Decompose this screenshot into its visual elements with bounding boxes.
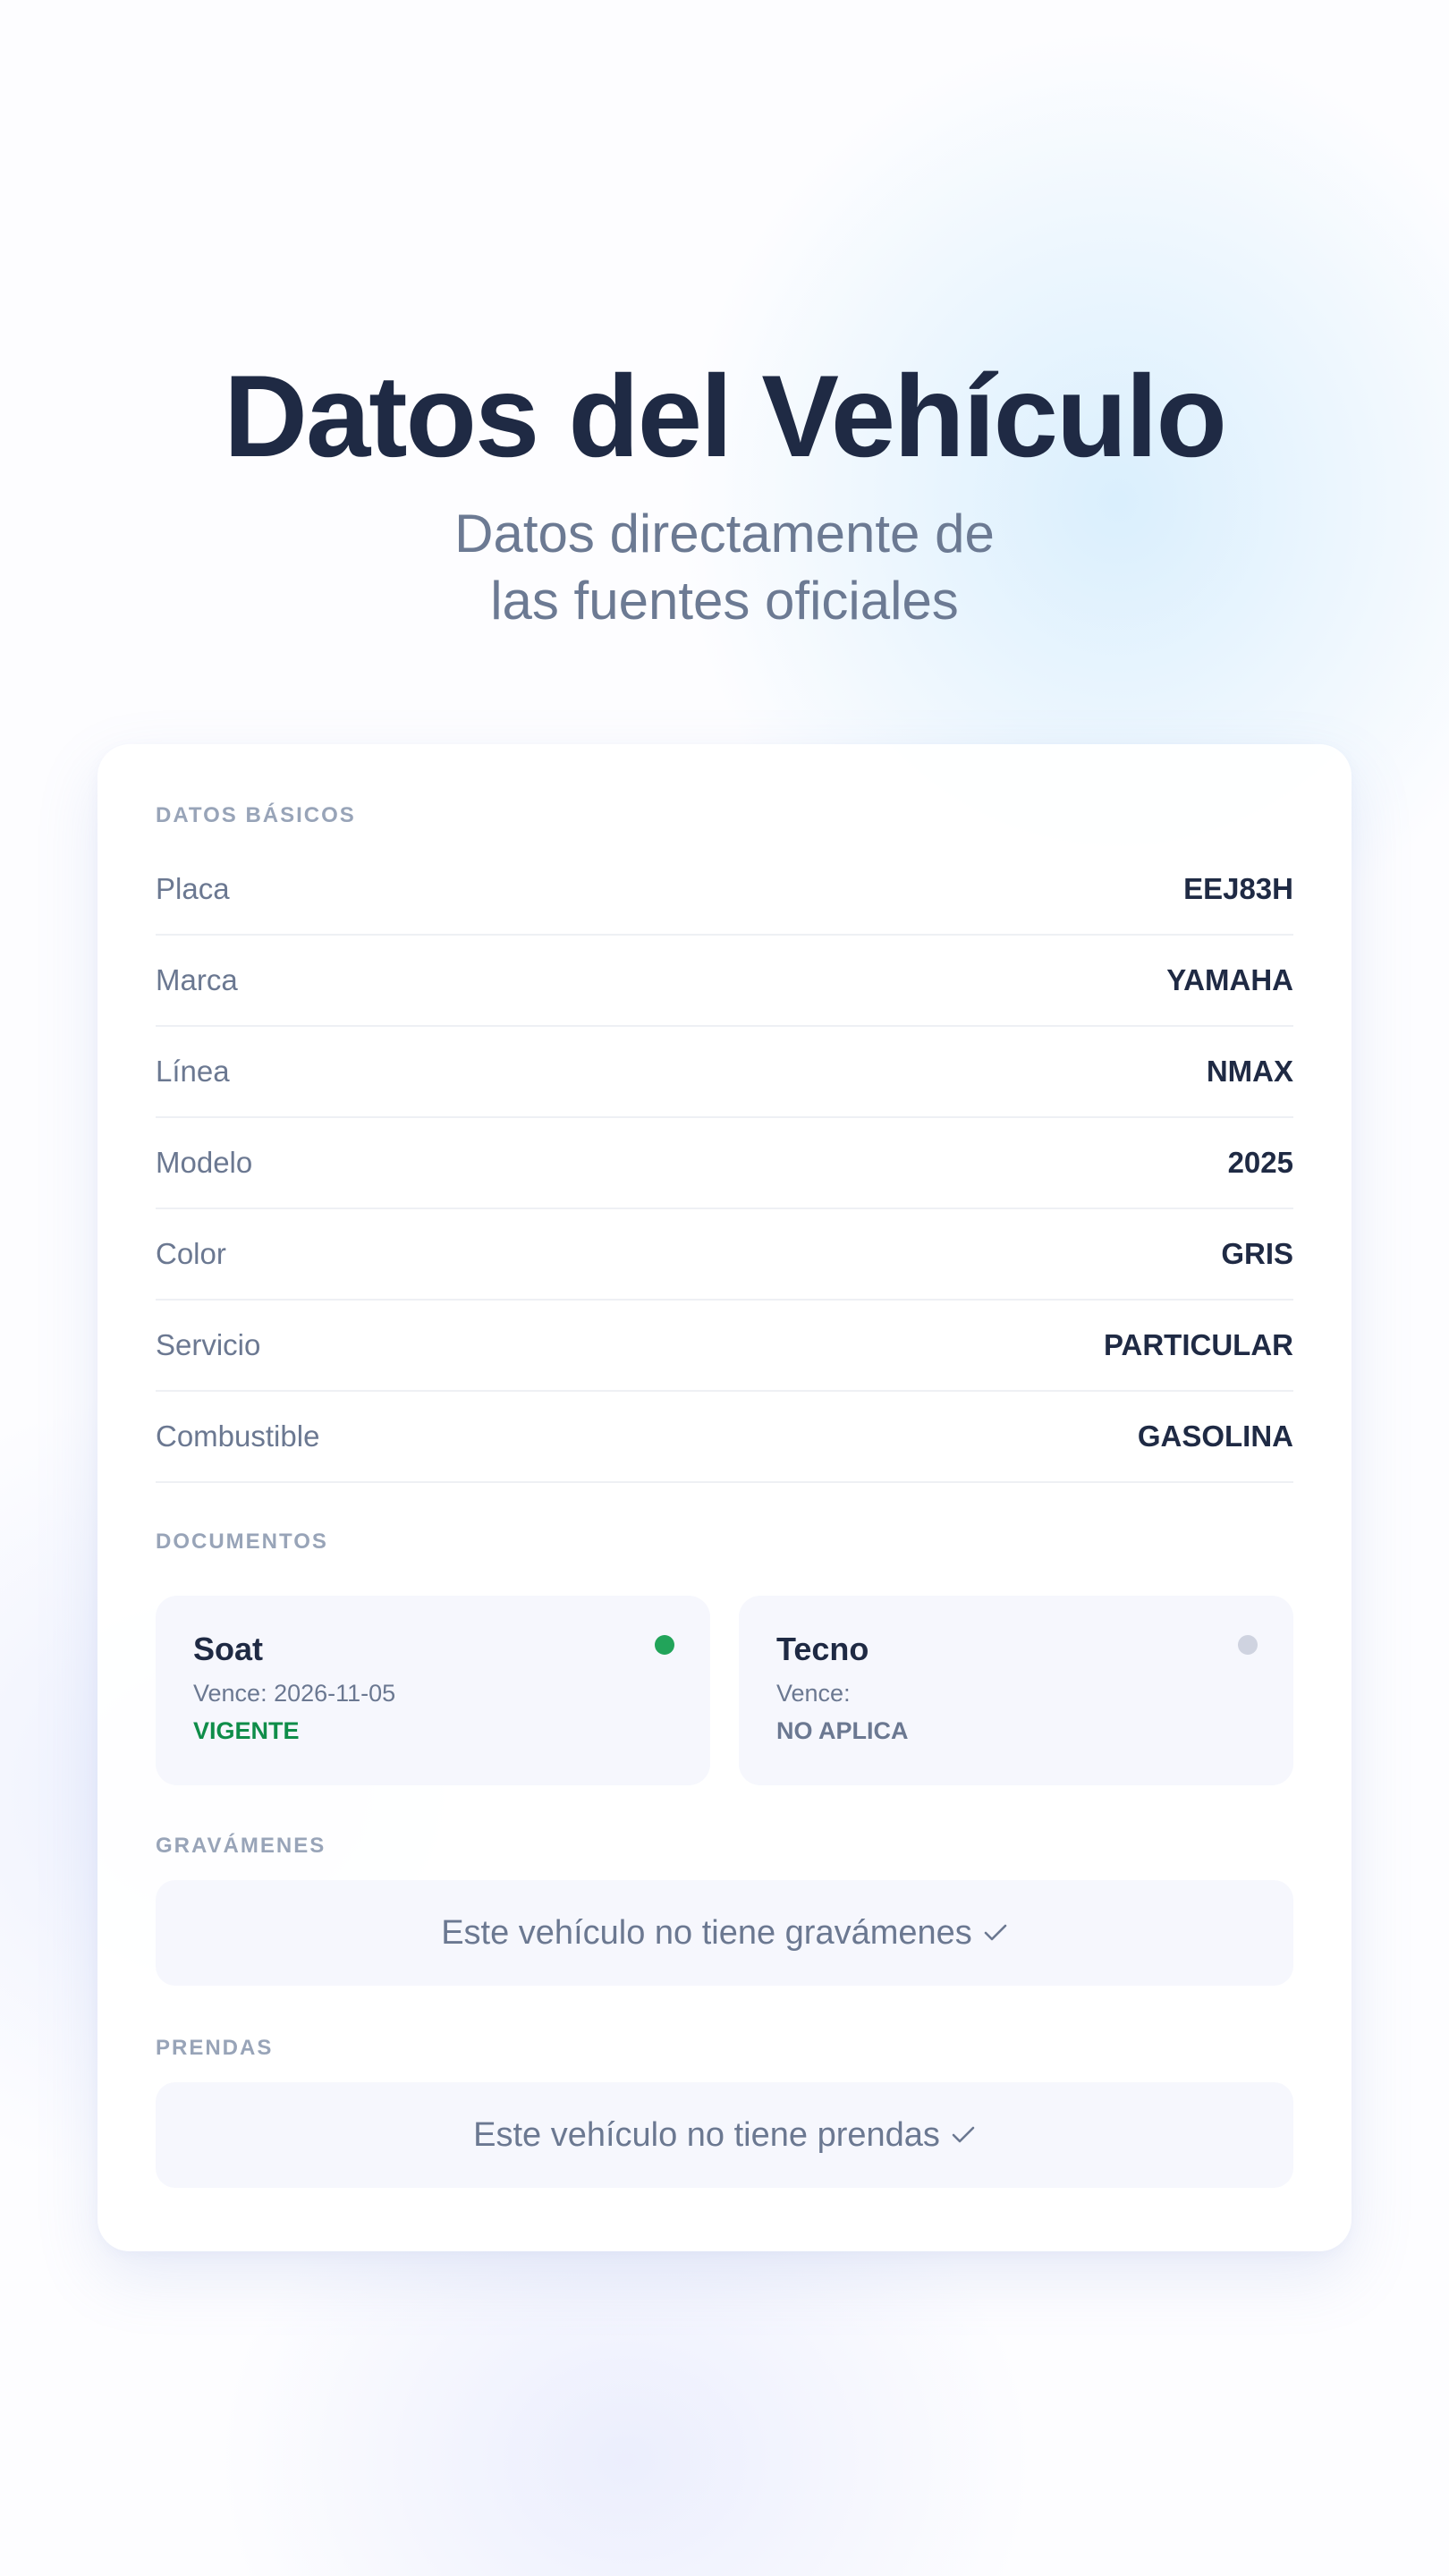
row-value: GRIS: [1221, 1237, 1293, 1270]
section-label-prendas: PRENDAS: [156, 2036, 274, 2060]
documents-grid: Soat Vence: 2026-11-05 VIGENTE Tecno Ven…: [156, 1596, 1293, 1785]
document-expiry: Vence:: [776, 1680, 851, 1707]
section-label-gravamenes: GRAVÁMENES: [156, 1834, 326, 1858]
document-status-badge: NO APLICA: [776, 1717, 909, 1744]
hero-header: Datos del Vehículo Datos directamente de…: [0, 353, 1449, 634]
document-card-tecno: Tecno Vence: NO APLICA: [739, 1596, 1293, 1785]
basic-data-list: Placa EEJ83H Marca YAMAHA Línea NMAX Mod…: [156, 844, 1293, 1483]
row-label: Modelo: [156, 1146, 253, 1179]
document-card-soat: Soat Vence: 2026-11-05 VIGENTE: [156, 1596, 710, 1785]
row-label: Color: [156, 1237, 226, 1270]
page-subtitle: Datos directamente de las fuentes oficia…: [0, 500, 1449, 634]
section-label-basic: DATOS BÁSICOS: [156, 803, 356, 827]
page-subtitle-line-2: las fuentes oficiales: [490, 571, 959, 631]
row-value: EEJ83H: [1183, 872, 1293, 905]
data-row-modelo: Modelo 2025: [156, 1118, 1293, 1209]
document-name: Soat: [193, 1631, 264, 1667]
row-value: GASOLINA: [1137, 1419, 1293, 1453]
check-icon: [952, 2126, 975, 2143]
row-label: Marca: [156, 963, 238, 996]
document-name: Tecno: [776, 1631, 869, 1667]
status-dot-icon: [655, 1635, 674, 1655]
page-title: Datos del Vehículo: [224, 351, 1227, 481]
prendas-message: Este vehículo no tiene prendas: [473, 2115, 940, 2154]
data-row-marca: Marca YAMAHA: [156, 936, 1293, 1027]
prendas-message-box: Este vehículo no tiene prendas: [156, 2082, 1293, 2188]
row-label: Combustible: [156, 1419, 320, 1453]
row-label: Servicio: [156, 1328, 261, 1361]
row-value: YAMAHA: [1166, 963, 1293, 996]
data-row-servicio: Servicio PARTICULAR: [156, 1301, 1293, 1392]
data-row-color: Color GRIS: [156, 1209, 1293, 1301]
data-row-placa: Placa EEJ83H: [156, 844, 1293, 936]
section-label-documents: DOCUMENTOS: [156, 1530, 328, 1554]
status-dot-icon: [1238, 1635, 1258, 1655]
data-row-linea: Línea NMAX: [156, 1027, 1293, 1118]
row-label: Línea: [156, 1055, 230, 1088]
row-label: Placa: [156, 872, 230, 905]
page-subtitle-line-1: Datos directamente de: [454, 504, 995, 564]
gravamenes-message-box: Este vehículo no tiene gravámenes: [156, 1880, 1293, 1986]
check-icon: [984, 1924, 1007, 1941]
data-row-combustible: Combustible GASOLINA: [156, 1392, 1293, 1483]
row-value: NMAX: [1206, 1055, 1293, 1088]
document-expiry: Vence: 2026-11-05: [193, 1680, 396, 1707]
document-status-badge: VIGENTE: [193, 1717, 300, 1744]
gravamenes-message: Este vehículo no tiene gravámenes: [441, 1913, 972, 1952]
row-value: PARTICULAR: [1103, 1328, 1293, 1361]
vehicle-data-card: DATOS BÁSICOS Placa EEJ83H Marca YAMAHA …: [97, 744, 1352, 2251]
row-value: 2025: [1227, 1146, 1293, 1179]
